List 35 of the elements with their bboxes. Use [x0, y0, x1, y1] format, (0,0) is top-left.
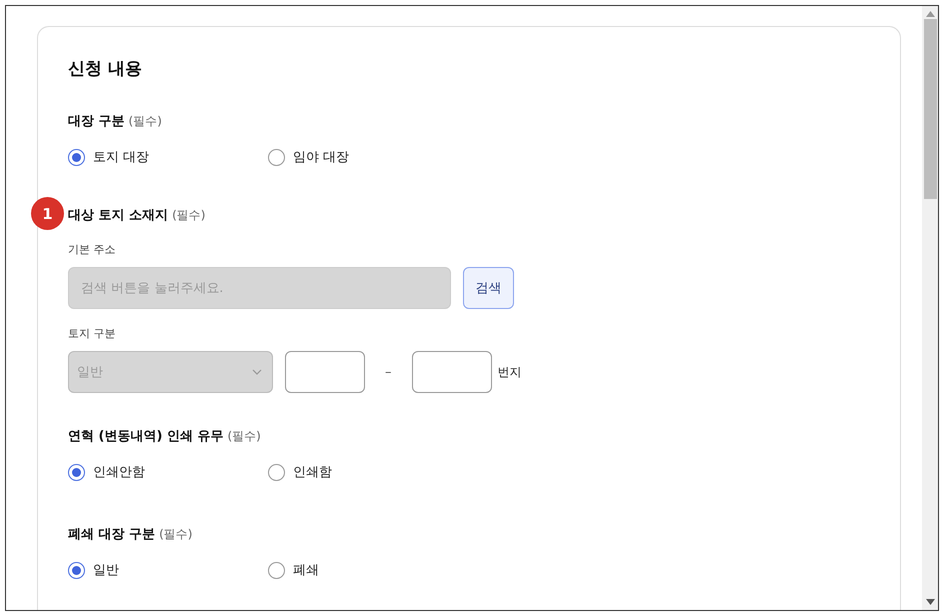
radio-option[interactable]: 폐쇄 — [268, 561, 468, 579]
radio-button[interactable] — [268, 464, 285, 480]
field-label: 기본 주소 — [68, 242, 116, 257]
radio-button[interactable] — [68, 148, 85, 166]
radio-option[interactable]: 토지 대장 — [68, 148, 268, 166]
section-title: 신청 내용 — [68, 58, 143, 80]
step-badge: 1 — [31, 197, 64, 230]
field-label: 대상 토지 소재지 (필수) — [68, 207, 206, 224]
radio-button[interactable] — [68, 562, 85, 578]
radio-label: 인쇄안함 — [93, 464, 145, 481]
radio-label: 토지 대장 — [93, 149, 150, 166]
radio-button[interactable] — [268, 148, 285, 166]
field-label: 연혁 (변동내역) 인쇄 유무 (필수) — [68, 428, 262, 445]
field-label: 토지 구분 — [68, 326, 116, 341]
radio-option[interactable]: 인쇄함 — [268, 463, 468, 481]
scrollbar[interactable] — [922, 6, 938, 610]
radio-label: 폐쇄 — [293, 562, 319, 579]
field-label: 대장 구분 (필수) — [68, 113, 163, 130]
radio-label: 일반 — [93, 562, 119, 579]
field-label: 폐쇄 대장 구분 (필수) — [68, 526, 194, 543]
radio-button[interactable] — [68, 464, 85, 480]
chevron-down-icon — [252, 369, 262, 375]
scroll-up-icon[interactable] — [926, 11, 934, 17]
radio-label: 인쇄함 — [293, 464, 332, 481]
radio-option[interactable]: 임야 대장 — [268, 148, 468, 166]
lot-number-field[interactable] — [285, 351, 365, 393]
unit-label: 번지 — [498, 364, 522, 380]
radio-option[interactable]: 일반 — [68, 561, 268, 579]
radio-label: 임야 대장 — [293, 149, 350, 166]
sub-lot-number-field[interactable] — [412, 351, 492, 393]
radio-button[interactable] — [268, 562, 285, 578]
scroll-down-icon[interactable] — [926, 599, 934, 605]
dash-separator: – — [385, 364, 392, 380]
scrollbar-thumb[interactable] — [924, 19, 936, 199]
radio-option[interactable]: 인쇄안함 — [68, 463, 268, 481]
